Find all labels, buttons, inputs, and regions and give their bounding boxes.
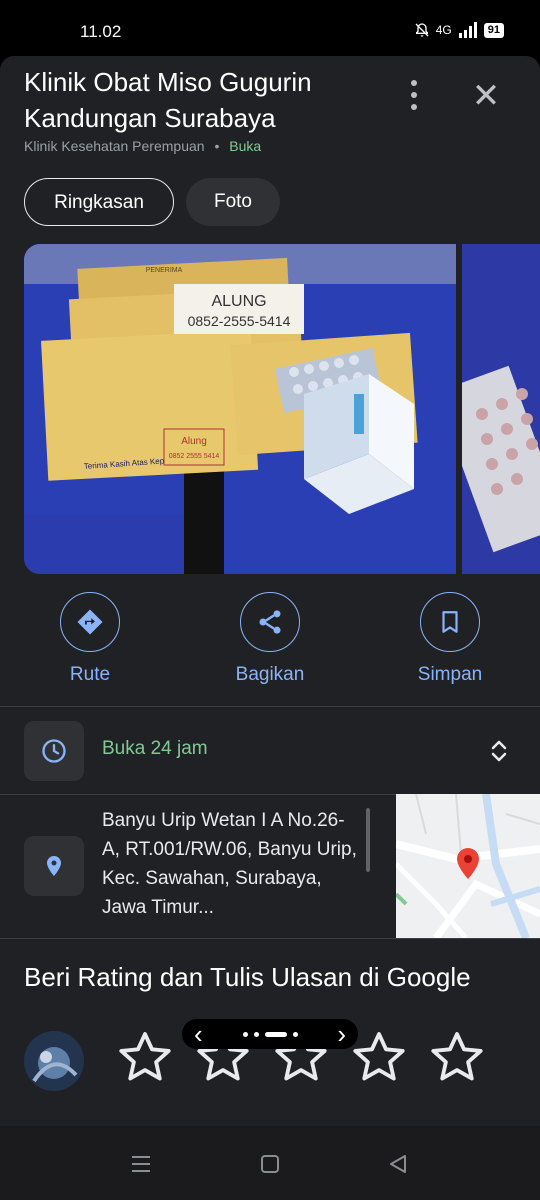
status-bar: 11.02 4G 91 <box>0 0 540 56</box>
close-icon[interactable]: ✕ <box>466 76 506 116</box>
unfold-icon[interactable] <box>488 738 510 764</box>
star-4-icon[interactable] <box>350 1028 408 1086</box>
home-button[interactable] <box>250 1148 290 1180</box>
pager-dots <box>242 1031 298 1037</box>
action-row: Rute Bagikan Simpan <box>0 592 540 702</box>
signal-icon <box>458 22 477 38</box>
hours-text: Buka 24 jam <box>102 738 208 759</box>
save-label: Simpan <box>417 664 483 685</box>
share-label: Bagikan <box>235 664 305 685</box>
place-category: Klinik Kesehatan Perempuan <box>24 138 205 154</box>
photo-note-phone: 0852-2555-5414 <box>188 313 291 329</box>
system-nav-bar <box>0 1126 540 1200</box>
recents-button[interactable] <box>121 1148 161 1180</box>
rating-title: Beri Rating dan Tulis Ulasan di Google <box>24 962 471 992</box>
location-icon-box <box>24 836 84 896</box>
map-thumbnail[interactable] <box>396 794 540 938</box>
bell-muted-icon <box>415 23 429 37</box>
hours-row[interactable]: Buka 24 jam <box>0 708 540 794</box>
back-button[interactable] <box>378 1148 418 1180</box>
more-vert-icon[interactable] <box>404 80 424 110</box>
share-icon <box>259 610 281 634</box>
photo-envelope-label: PENERIMA <box>146 267 183 274</box>
avatar <box>24 1031 84 1091</box>
photo-stamp-name: Alung <box>181 436 207 447</box>
open-status: Buka <box>229 138 262 154</box>
network-type: 4G <box>435 23 452 37</box>
tab-foto[interactable]: Foto <box>186 178 280 226</box>
clock-icon <box>42 739 66 763</box>
status-time: 11.02 <box>80 22 122 41</box>
photo-pager: ‹ › <box>182 1019 358 1049</box>
tab-ringkasan[interactable]: Ringkasan <box>24 178 174 226</box>
photo-note-name: ALUNG <box>211 293 266 310</box>
photo-image-secondary <box>462 244 540 574</box>
place-sheet: Klinik Obat Miso Gugurin Kandungan Surab… <box>0 56 540 1126</box>
subtitle-separator: • <box>214 138 220 154</box>
pager-prev-button[interactable]: ‹ <box>194 1019 203 1050</box>
place-photo-secondary[interactable] <box>462 244 540 574</box>
bookmark-icon <box>442 611 458 633</box>
map-image <box>396 794 540 938</box>
place-title: Klinik Obat Miso Gugurin Kandungan Surab… <box>24 67 312 133</box>
clock-icon-box <box>24 721 84 781</box>
place-subtitle: Klinik Kesehatan Perempuan • Buka <box>24 138 261 154</box>
divider <box>0 938 540 939</box>
scroll-indicator <box>366 808 370 872</box>
star-1-icon[interactable] <box>116 1028 174 1086</box>
menu-icon <box>132 1156 150 1172</box>
back-triangle-icon <box>390 1155 406 1173</box>
address-row[interactable]: Banyu Urip Wetan I A No.26-A, RT.001/RW.… <box>0 794 540 938</box>
home-square-icon <box>261 1155 279 1173</box>
location-pin-icon <box>47 856 61 876</box>
star-5-icon[interactable] <box>428 1028 486 1086</box>
save-button[interactable]: Simpan <box>390 592 510 686</box>
photo-image: ALUNG 0852-2555-5414 PENERIMA Terima Kas… <box>24 244 456 574</box>
address-text: Banyu Urip Wetan I A No.26-A, RT.001/RW.… <box>102 810 357 918</box>
place-photo[interactable]: ALUNG 0852-2555-5414 PENERIMA Terima Kas… <box>24 244 456 574</box>
divider <box>0 706 540 707</box>
directions-icon <box>77 609 103 635</box>
status-icons: 4G 91 <box>414 22 504 38</box>
route-label: Rute <box>69 664 111 685</box>
photo-stamp-phone: 0852 2555 5414 <box>169 453 220 460</box>
pager-next-button[interactable]: › <box>337 1019 346 1050</box>
battery-icon: 91 <box>483 22 504 38</box>
share-button[interactable]: Bagikan <box>210 592 330 686</box>
route-button[interactable]: Rute <box>30 592 150 686</box>
